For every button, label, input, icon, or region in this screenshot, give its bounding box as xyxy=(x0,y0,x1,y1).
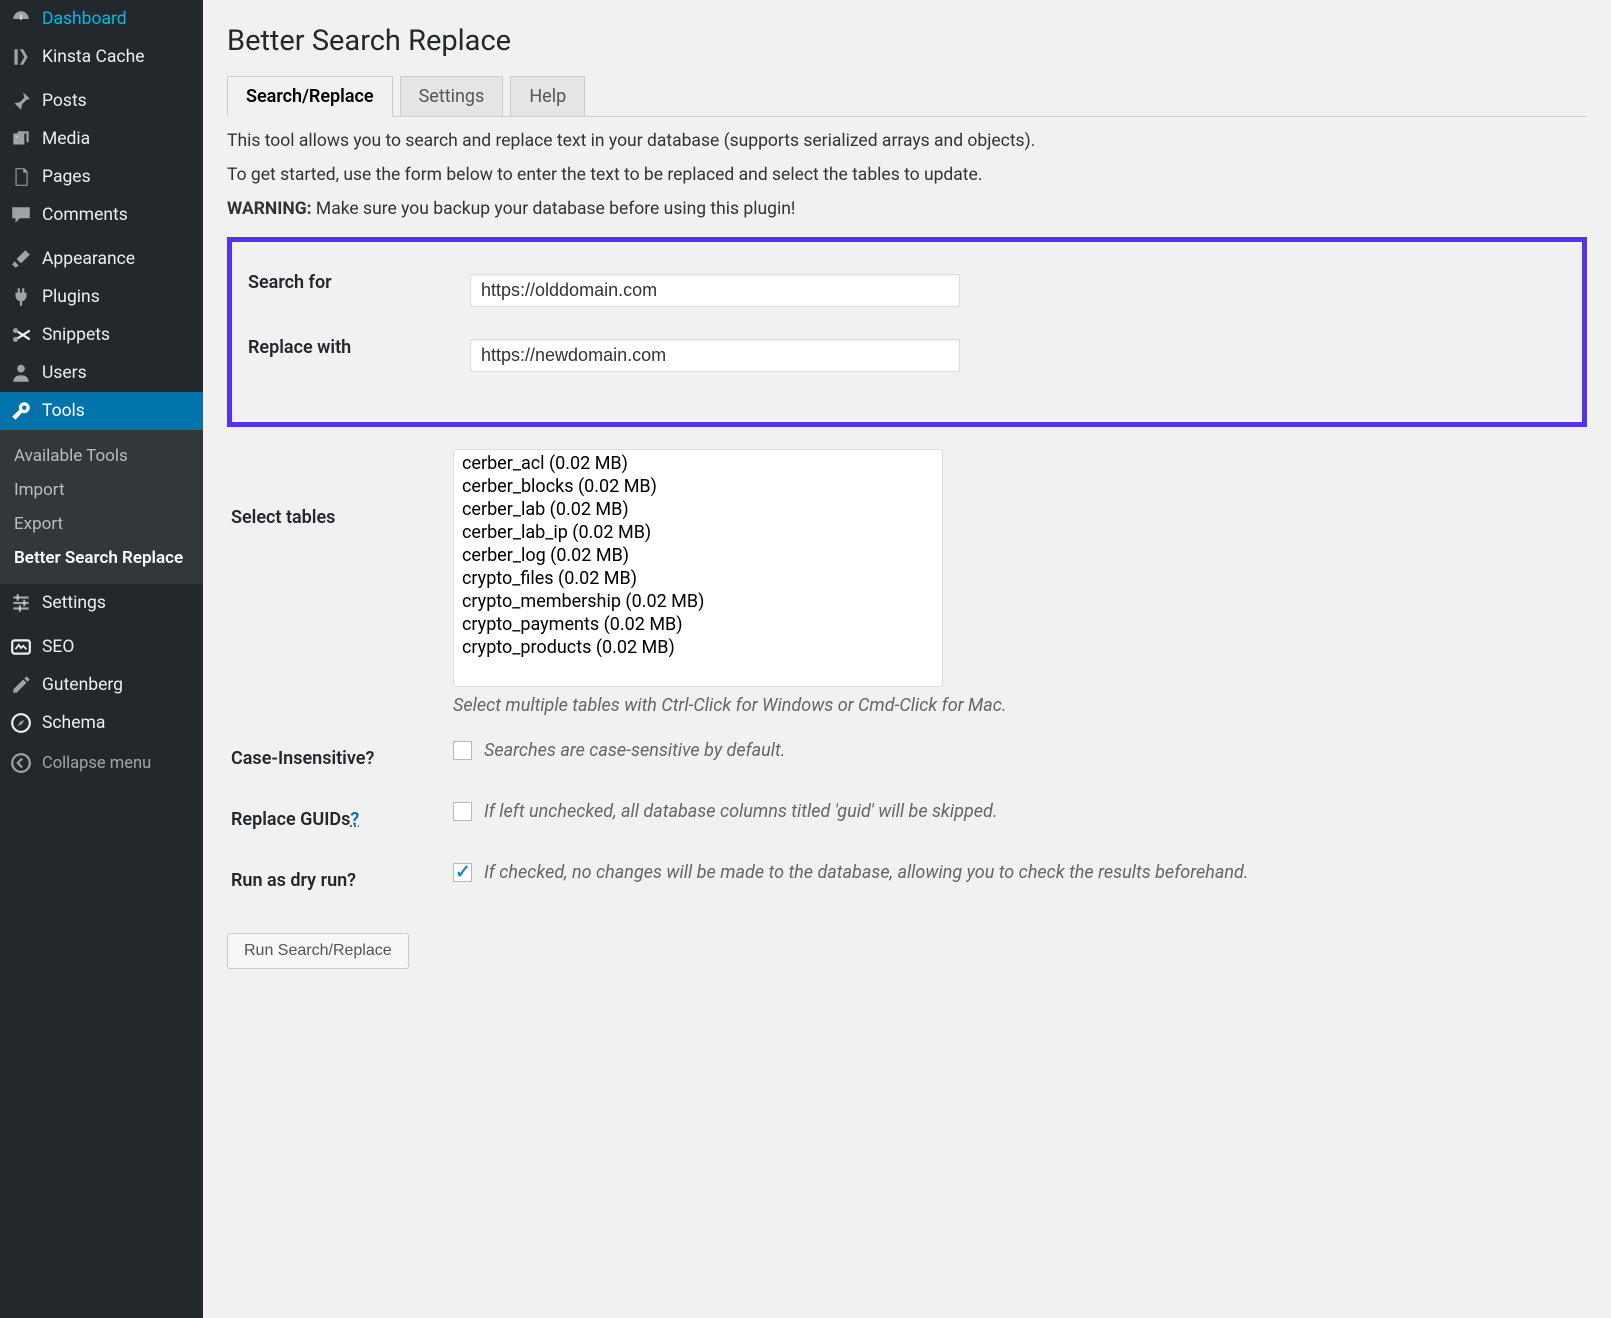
sidebar-item-label: Snippets xyxy=(42,325,110,345)
replace-with-label: Replace with xyxy=(244,327,464,392)
submenu-item-export[interactable]: Export xyxy=(0,507,203,541)
tab-help[interactable]: Help xyxy=(510,76,585,117)
sidebar-item-media[interactable]: Media xyxy=(0,120,203,158)
main-content: Better Search Replace Search/ReplaceSett… xyxy=(203,0,1611,1318)
sidebar-item-tools[interactable]: Tools xyxy=(0,392,203,430)
page-title: Better Search Replace xyxy=(227,24,1587,58)
pencil-icon xyxy=(10,674,32,696)
collapse-menu[interactable]: Collapse menu xyxy=(0,742,203,784)
media-icon xyxy=(10,128,32,150)
admin-sidebar: Dashboard Kinsta Cache Posts Media Pages Comm… xyxy=(0,0,203,1318)
replace-guids-hint: If left unchecked, all database columns … xyxy=(484,801,997,822)
run-search-replace-button[interactable]: Run Search/Replace xyxy=(227,933,409,969)
sidebar-item-comments[interactable]: Comments xyxy=(0,196,203,234)
table-option[interactable]: cerber_log (0.02 MB) xyxy=(456,544,940,567)
sliders-icon xyxy=(10,592,32,614)
search-for-input[interactable] xyxy=(470,274,960,307)
compass-icon xyxy=(10,712,32,734)
scissors-icon xyxy=(10,324,32,346)
collapse-label: Collapse menu xyxy=(42,754,151,773)
intro-line-1: This tool allows you to search and repla… xyxy=(227,131,1587,151)
case-insensitive-checkbox[interactable] xyxy=(453,741,472,760)
sidebar-submenu: Available ToolsImportExportBetter Search… xyxy=(0,430,203,584)
select-tables-label: Select tables xyxy=(227,437,447,728)
sidebar-item-label: Users xyxy=(42,363,87,383)
table-option[interactable]: crypto_files (0.02 MB) xyxy=(456,567,940,590)
replace-guids-help-link[interactable]: ? xyxy=(350,809,359,830)
plug-icon xyxy=(10,286,32,308)
intro-line-2: To get started, use the form below to en… xyxy=(227,165,1587,185)
table-option[interactable]: cerber_lab (0.02 MB) xyxy=(456,498,940,521)
sidebar-item-dashboard[interactable]: Dashboard xyxy=(0,0,203,38)
sidebar-item-users[interactable]: Users xyxy=(0,354,203,392)
dry-run-label: Run as dry run? xyxy=(227,850,447,911)
seo-icon xyxy=(10,636,32,658)
select-tables-hint: Select multiple tables with Ctrl-Click f… xyxy=(453,695,1581,716)
sidebar-item-label: Pages xyxy=(42,167,91,187)
sidebar-item-label: Tools xyxy=(42,401,85,421)
warning-text: Make sure you backup your database befor… xyxy=(312,199,796,219)
warning-label: WARNING: xyxy=(227,199,312,219)
sidebar-item-snippets[interactable]: Snippets xyxy=(0,316,203,354)
sidebar-item-label: Media xyxy=(42,129,90,149)
sidebar-item-label: Posts xyxy=(42,91,87,111)
sidebar-item-seo[interactable]: SEO xyxy=(0,628,203,666)
sidebar-item-label: Settings xyxy=(42,593,106,613)
sidebar-item-label: Kinsta Cache xyxy=(42,47,145,67)
sidebar-item-posts[interactable]: Posts xyxy=(0,82,203,120)
replace-guids-label: Replace GUIDs? xyxy=(227,789,447,850)
dry-run-checkbox[interactable] xyxy=(453,863,472,882)
sidebar-item-pages[interactable]: Pages xyxy=(0,158,203,196)
pages-icon xyxy=(10,166,32,188)
sidebar-item-label: Gutenberg xyxy=(42,675,123,695)
sidebar-item-label: Plugins xyxy=(42,287,100,307)
brush-icon xyxy=(10,248,32,270)
select-tables-input[interactable]: cerber_acl (0.02 MB)cerber_blocks (0.02 … xyxy=(453,449,943,687)
search-for-label: Search for xyxy=(244,262,464,327)
sidebar-item-label: Dashboard xyxy=(42,9,127,29)
tab-search-replace[interactable]: Search/Replace xyxy=(227,76,393,117)
sidebar-item-schema[interactable]: Schema xyxy=(0,704,203,742)
submenu-item-better-search-replace[interactable]: Better Search Replace xyxy=(0,541,203,575)
submenu-item-available-tools[interactable]: Available Tools xyxy=(0,439,203,473)
sidebar-item-label: Appearance xyxy=(42,249,135,269)
tabs: Search/ReplaceSettingsHelp xyxy=(227,76,1587,117)
table-option[interactable]: cerber_acl (0.02 MB) xyxy=(456,452,940,475)
table-option[interactable]: crypto_products (0.02 MB) xyxy=(456,636,940,659)
sidebar-item-appearance[interactable]: Appearance xyxy=(0,240,203,278)
table-option[interactable]: crypto_payments (0.02 MB) xyxy=(456,613,940,636)
sidebar-item-settings[interactable]: Settings xyxy=(0,584,203,622)
wrench-icon xyxy=(10,400,32,422)
case-insensitive-label: Case-Insensitive? xyxy=(227,728,447,789)
dashboard-icon xyxy=(10,8,32,30)
replace-with-input[interactable] xyxy=(470,339,960,372)
pin-icon xyxy=(10,90,32,112)
sidebar-item-kinsta-cache[interactable]: Kinsta Cache xyxy=(0,38,203,76)
case-insensitive-hint: Searches are case-sensitive by default. xyxy=(484,740,785,761)
replace-guids-checkbox[interactable] xyxy=(453,802,472,821)
submenu-item-import[interactable]: Import xyxy=(0,473,203,507)
sidebar-item-label: SEO xyxy=(42,637,74,657)
table-option[interactable]: cerber_lab_ip (0.02 MB) xyxy=(456,521,940,544)
sidebar-item-label: Schema xyxy=(42,713,105,733)
collapse-icon xyxy=(10,752,32,774)
warning-line: WARNING: Make sure you backup your datab… xyxy=(227,199,1587,219)
sidebar-item-label: Comments xyxy=(42,205,128,225)
dry-run-hint: If checked, no changes will be made to t… xyxy=(484,862,1248,883)
sidebar-item-plugins[interactable]: Plugins xyxy=(0,278,203,316)
table-option[interactable]: crypto_membership (0.02 MB) xyxy=(456,590,940,613)
search-replace-highlight: Search for Replace with xyxy=(227,237,1587,427)
tab-settings[interactable]: Settings xyxy=(400,76,504,117)
comment-icon xyxy=(10,204,32,226)
kinsta-icon xyxy=(10,46,32,68)
table-option[interactable]: cerber_blocks (0.02 MB) xyxy=(456,475,940,498)
sidebar-item-gutenberg[interactable]: Gutenberg xyxy=(0,666,203,704)
user-icon xyxy=(10,362,32,384)
